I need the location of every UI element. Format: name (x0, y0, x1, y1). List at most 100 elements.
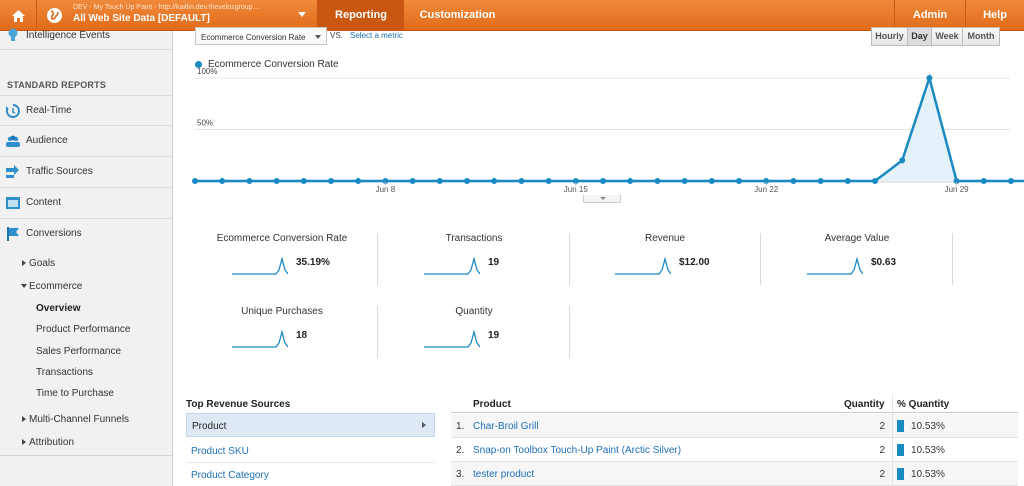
percent-bar (897, 468, 904, 480)
chevron-right-icon (22, 260, 26, 266)
sidebar-item-attribution[interactable]: Attribution (0, 432, 172, 453)
sparkline (615, 256, 671, 275)
source-row-product-sku[interactable]: Product SKU (186, 439, 435, 463)
sidebar-item-ecommerce[interactable]: Ecommerce (0, 276, 172, 297)
data-point (192, 178, 198, 184)
percent-cell: 10.53% (911, 445, 945, 456)
scorecard-conversion-rate[interactable]: Ecommerce Conversion Rate 35.19% (182, 233, 373, 285)
select-metric-link[interactable]: Select a metric (350, 31, 403, 40)
source-row-product[interactable]: Product (186, 413, 435, 437)
account-url[interactable]: DEV - My Touch Up Paint - http://kaitlin… (73, 4, 260, 11)
main-content: 100% 50% Jun 8 Jun 15 Jun 22 Jun 29 Ecommerce… (174, 27, 1024, 486)
scorecard-unique-purchases[interactable]: Unique Purchases 18 (182, 306, 373, 358)
table-row: 3. tester product 2 10.53% (451, 462, 1018, 486)
sidebar-item-label: Real-Time (26, 105, 72, 116)
product-link[interactable]: tester product (473, 469, 534, 480)
day-button[interactable]: Day (907, 27, 932, 46)
sidebar-item-conversions[interactable]: Conversions (0, 219, 172, 250)
scorecard-value: $0.63 (871, 257, 897, 268)
chart-canvas: 100%50%Jun 8 Jun 15 Jun 22 Jun 29 (192, 67, 1024, 194)
sidebar-item-overview[interactable]: Overview (0, 298, 172, 319)
table-header: Product Quantity % Quantity (451, 395, 1018, 413)
sparkline (807, 256, 863, 275)
legend-label: Ecommerce Conversion Rate (208, 59, 339, 70)
sidebar-item-product-performance[interactable]: Product Performance (0, 319, 172, 340)
scorecard-value: 18 (296, 330, 308, 341)
quantity-cell: 2 (879, 469, 885, 480)
source-row-label: Product (192, 421, 227, 432)
sidebar-item-traffic-sources[interactable]: Traffic Sources (0, 157, 172, 188)
row-number: 3. (456, 469, 465, 480)
data-point (817, 178, 824, 184)
sidebar-item-goals[interactable]: Goals (0, 253, 172, 274)
scorecard-title: Average Value (824, 233, 890, 244)
tab-customization[interactable]: Customization (404, 0, 511, 31)
sidebar-item-realtime[interactable]: Real-Time (0, 95, 172, 126)
sidebar-item-content[interactable]: Content (0, 188, 172, 219)
data-point (246, 178, 253, 184)
tab-reporting[interactable]: Reporting (318, 0, 404, 31)
data-point (355, 178, 362, 184)
scorecard-quantity[interactable]: Quantity 19 (374, 306, 565, 358)
lightbulb-icon (8, 28, 18, 41)
column-header-quantity[interactable]: Quantity (844, 399, 885, 410)
data-point (627, 178, 634, 184)
sidebar-item-label: Audience (26, 135, 68, 146)
home-icon (11, 9, 25, 22)
divider (569, 306, 570, 358)
scorecard-title: Revenue (644, 233, 686, 244)
chevron-down-icon[interactable] (298, 12, 306, 17)
sidebar-item-intelligence-events[interactable]: Intelligence Events (0, 25, 172, 50)
chevron-right-icon (22, 439, 26, 445)
chevron-right-icon (22, 416, 26, 422)
column-header-product[interactable]: Product (473, 399, 511, 410)
chevron-down-icon (600, 197, 606, 200)
sidebar-item-label: Traffic Sources (26, 166, 93, 177)
time-granularity-buttons: Hourly Day Week Month (871, 27, 1000, 46)
source-row-product-category[interactable]: Product Category (186, 463, 435, 486)
metric-dropdown[interactable]: Ecommerce Conversion Rate (195, 27, 327, 45)
scorecard-transactions[interactable]: Transactions 19 (374, 233, 565, 285)
sidebar-item-transactions[interactable]: Transactions (0, 362, 172, 383)
hourly-button[interactable]: Hourly (871, 27, 908, 46)
table-row: 2. Snap-on Toolbox Touch-Up Paint (Arcti… (451, 438, 1018, 462)
product-link[interactable]: Snap-on Toolbox Touch-Up Paint (Arctic S… (473, 445, 681, 456)
flag-icon (7, 227, 19, 241)
scorecard-average-value[interactable]: Average Value $0.63 (757, 233, 948, 285)
sidebar-item-label: Intelligence Events (26, 30, 110, 41)
scorecard-title: Transactions (445, 233, 503, 244)
x-tick-label: Jun 22 (754, 185, 779, 194)
data-point (736, 178, 742, 184)
percent-cell: 10.53% (911, 469, 945, 480)
scorecard-value: $12.00 (679, 257, 710, 268)
divider (892, 395, 893, 485)
sparkline (424, 329, 480, 348)
data-point (436, 178, 443, 184)
scorecard-revenue[interactable]: Revenue $12.00 (565, 233, 756, 285)
percent-bar (897, 420, 904, 432)
scorecard-title: Quantity (455, 306, 493, 317)
table-row: 1. Char-Broil Grill 2 10.53% (451, 414, 1018, 438)
sidebar-item-label: Transactions (36, 367, 93, 378)
sidebar-item-multi-channel-funnels[interactable]: Multi-Channel Funnels (0, 409, 172, 430)
data-point (708, 178, 715, 184)
quantity-cell: 2 (879, 445, 885, 456)
sidebar-item-label: Content (26, 197, 62, 208)
sidebar-item-audience[interactable]: Audience (0, 126, 172, 157)
divider (0, 455, 172, 456)
column-header-pct-quantity[interactable]: % Quantity (897, 399, 949, 410)
scorecard-value: 19 (488, 330, 500, 341)
data-point (328, 178, 334, 184)
sparkline (424, 256, 480, 275)
sidebar-item-sales-performance[interactable]: Sales Performance (0, 341, 172, 362)
top-revenue-sources-header: Top Revenue Sources (186, 399, 291, 410)
sidebar-item-time-to-purchase[interactable]: Time to Purchase (0, 383, 172, 404)
sidebar: Intelligence Events STANDARD REPORTS Rea… (0, 28, 173, 486)
data-point (790, 178, 797, 184)
data-point (273, 178, 280, 184)
product-link[interactable]: Char-Broil Grill (473, 421, 539, 432)
month-button[interactable]: Month (962, 27, 1000, 46)
account-view-name[interactable]: All Web Site Data [DEFAULT] (73, 13, 210, 24)
week-button[interactable]: Week (931, 27, 963, 46)
chart-collapse-handle[interactable] (583, 195, 621, 203)
